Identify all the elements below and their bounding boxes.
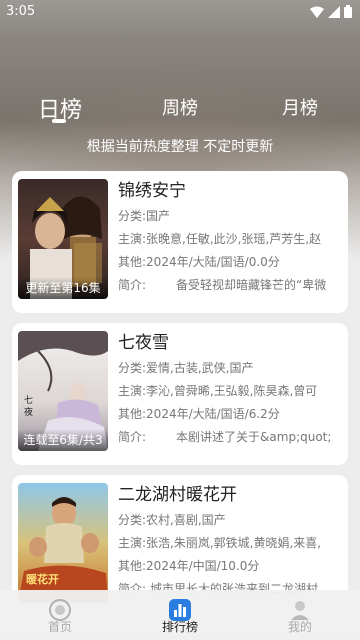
item-info: 七夜雪 分类:爱情,古装,武侠,国产 主演:李沁,曾舜晞,王弘毅,陈昊森,曾可 …: [118, 329, 342, 449]
list-item[interactable]: 七 夜 连载至6集/共3 七夜雪 分类:爱情,古装,武侠,国产 主演:李沁,曾舜…: [12, 323, 348, 465]
item-other-row: 其他:2024年/中国/10.0分: [118, 555, 342, 578]
cast-label: 主演:: [118, 536, 147, 550]
cast-value: 张浩,朱丽岚,郭铁城,黄晓娟,来喜,: [146, 536, 322, 550]
item-cast-row: 主演:李沁,曾舜晞,王弘毅,陈昊森,曾可: [118, 380, 342, 403]
category-value: 国产: [146, 209, 171, 223]
nav-label: 首页: [47, 620, 72, 634]
category-label: 分类:: [118, 209, 147, 223]
tab-weekly[interactable]: 周榜: [162, 94, 198, 120]
item-category-row: 分类:国产: [118, 205, 342, 228]
status-time: 3:05: [6, 4, 36, 19]
cast-value: 张晚意,任敏,此沙,张瑶,芦芳生,赵: [146, 232, 322, 246]
item-title: 二龙湖村暖花开: [118, 485, 237, 505]
item-intro-row: 简介: 本剧讲述了关于&amp;quot;: [118, 426, 342, 449]
intro-label: 简介:: [118, 278, 147, 292]
item-category-row: 分类:农村,喜剧,国产: [118, 509, 342, 532]
item-title: 锦绣安宁: [118, 181, 186, 201]
cast-value: 李沁,曾舜晞,王弘毅,陈昊森,曾可: [146, 384, 318, 398]
cast-label: 主演:: [118, 384, 147, 398]
ranking-subtitle: 根据当前热度整理 不定时更新: [86, 139, 274, 155]
nav-label: 排行榜: [161, 620, 198, 634]
item-intro-row: 简介: 备受轻视却暗藏锋芒的“卑微: [118, 274, 342, 297]
other-label: 其他:: [118, 255, 147, 269]
item-title: 七夜雪: [118, 333, 169, 353]
tab-monthly[interactable]: 月榜: [282, 94, 318, 120]
wifi-icon: [310, 6, 324, 18]
category-label: 分类:: [118, 361, 147, 375]
item-category-row: 分类:爱情,古装,武侠,国产: [118, 357, 342, 380]
item-cast-row: 主演:张晚意,任敏,此沙,张瑶,芦芳生,赵: [118, 228, 342, 251]
category-value: 农村,喜剧,国产: [146, 513, 226, 527]
bottom-nav: 首页 排行榜 我的: [0, 590, 360, 640]
signal-icon: [328, 5, 340, 18]
other-label: 其他:: [118, 559, 147, 573]
other-value: 2024年/大陆/国语/6.2分: [146, 407, 280, 421]
item-info: 锦绣安宁 分类:国产 主演:张晚意,任敏,此沙,张瑶,芦芳生,赵 其他:2024…: [118, 177, 342, 297]
poster-image: 更新至第16集: [18, 179, 108, 299]
poster-image: 七 夜 连载至6集/共3: [18, 331, 108, 451]
cast-label: 主演:: [118, 232, 147, 246]
active-tab-indicator: [52, 119, 66, 123]
ranking-tabs: 日榜 周榜 月榜: [0, 88, 360, 128]
other-value: 2024年/大陆/国语/0.0分: [146, 255, 280, 269]
nav-label: 我的: [287, 620, 312, 634]
svg-text:七: 七: [24, 395, 33, 406]
intro-value: 本剧讲述了关于&amp;quot;: [176, 430, 332, 444]
item-other-row: 其他:2024年/大陆/国语/6.2分: [118, 403, 342, 426]
item-cast-row: 主演:张浩,朱丽岚,郭铁城,黄晓娟,来喜,: [118, 532, 342, 555]
item-info: 二龙湖村暖花开 分类:农村,喜剧,国产 主演:张浩,朱丽岚,郭铁城,黄晓娟,来喜…: [118, 481, 342, 601]
episode-badge: 更新至第16集: [18, 277, 108, 299]
list-item[interactable]: 更新至第16集 锦绣安宁 分类:国产 主演:张晚意,任敏,此沙,张瑶,芦芳生,赵…: [12, 171, 348, 313]
category-value: 爱情,古装,武侠,国产: [146, 361, 254, 375]
episode-badge: 连载至6集/共3: [18, 429, 108, 451]
item-other-row: 其他:2024年/大陆/国语/0.0分: [118, 251, 342, 274]
svg-text:夜: 夜: [24, 406, 33, 418]
battery-icon: [344, 5, 352, 18]
other-label: 其他:: [118, 407, 147, 421]
status-bar: 3:05: [0, 0, 360, 24]
nav-home[interactable]: 首页: [0, 590, 120, 640]
poster-image: 暖花开: [18, 483, 108, 603]
nav-ranking[interactable]: 排行榜: [120, 590, 240, 640]
nav-profile[interactable]: 我的: [240, 590, 360, 640]
intro-label: 简介:: [118, 430, 147, 444]
other-value: 2024年/中国/10.0分: [146, 559, 260, 573]
status-icons: [310, 5, 352, 18]
intro-value: 备受轻视却暗藏锋芒的“卑微: [176, 278, 327, 292]
category-label: 分类:: [118, 513, 147, 527]
